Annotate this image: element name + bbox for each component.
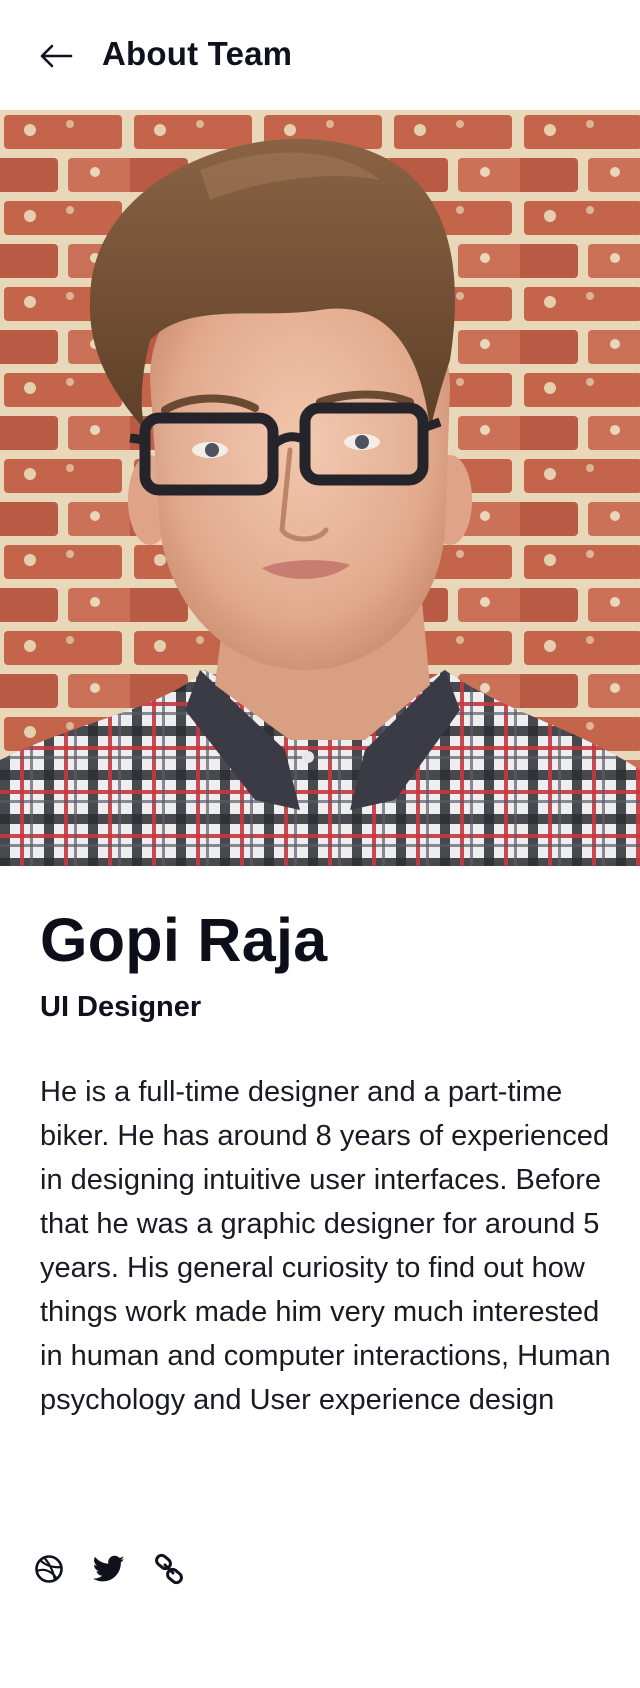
member-name: Gopi Raja (40, 906, 328, 974)
arrow-left-icon (40, 44, 73, 68)
twitter-icon[interactable] (92, 1552, 126, 1586)
member-role: UI Designer (40, 991, 202, 1023)
link-icon[interactable] (152, 1552, 186, 1586)
page-title: About Team (102, 35, 293, 72)
member-bio: He is a full-time designer and a part-ti… (40, 1076, 611, 1416)
back-button[interactable] (36, 36, 76, 76)
social-links (32, 1552, 186, 1586)
dribbble-icon[interactable] (32, 1552, 66, 1586)
portrait-photo (0, 110, 640, 866)
app-header: About Team (0, 0, 640, 110)
